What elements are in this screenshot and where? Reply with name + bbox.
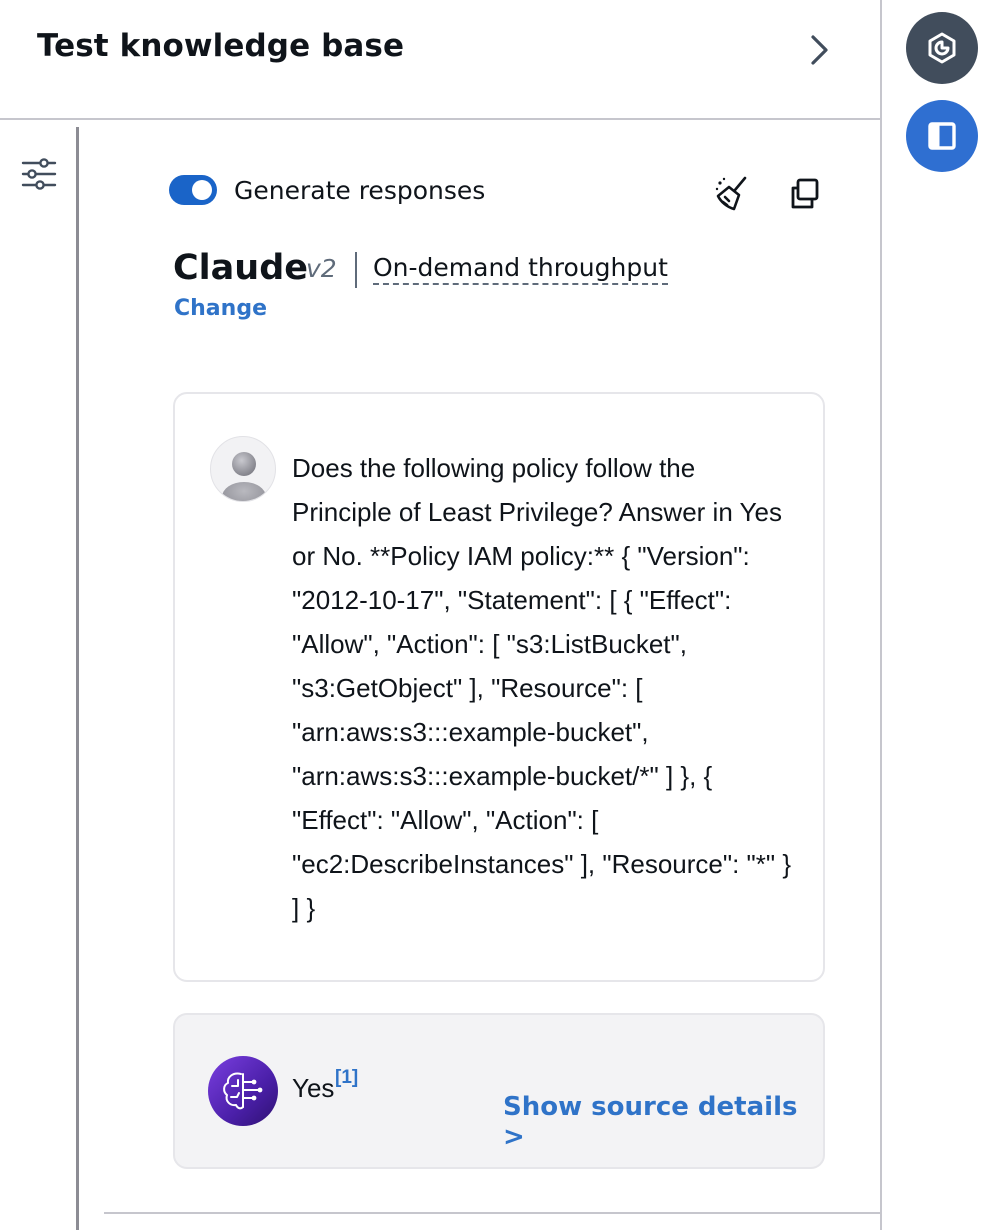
ai-assistant-button[interactable] <box>906 12 978 84</box>
user-message-card: Does the following policy follow the Pri… <box>173 392 825 982</box>
model-version: v2 <box>306 254 337 283</box>
panel-rail-divider <box>76 127 79 1230</box>
ai-assistant-icon <box>928 32 956 64</box>
copy-button[interactable] <box>785 174 825 214</box>
clear-conversation-button[interactable] <box>712 174 752 214</box>
panel-title: Test knowledge base <box>37 28 405 64</box>
panel-header: Test knowledge base <box>0 0 880 120</box>
test-knowledge-base-panel: Test knowledge base Generate responses C… <box>0 0 882 1230</box>
response-card: Yes [1] Show source details > <box>173 1013 825 1169</box>
toggle-knob <box>192 180 212 200</box>
response-text: Yes <box>292 1073 335 1103</box>
copy-icon <box>791 178 819 209</box>
show-source-details-link[interactable]: Show source details > <box>503 1092 823 1152</box>
throughput-label[interactable]: On-demand throughput <box>373 253 668 285</box>
chevron-right-icon <box>811 35 828 65</box>
model-divider <box>355 252 357 288</box>
input-area-divider <box>104 1212 880 1214</box>
collapse-panel-button[interactable] <box>800 30 840 70</box>
side-panel-icon <box>928 122 956 150</box>
sliders-icon <box>21 158 57 190</box>
model-name: Claude <box>173 248 309 288</box>
change-model-link[interactable]: Change <box>174 296 267 321</box>
generate-responses-toggle[interactable] <box>169 175 217 205</box>
user-message-text: Does the following policy follow the Pri… <box>292 453 792 923</box>
configurations-button[interactable] <box>20 156 58 192</box>
ai-brain-icon <box>223 1072 263 1110</box>
generate-responses-label: Generate responses <box>234 176 486 205</box>
response-citation[interactable]: [1] <box>335 1067 358 1089</box>
assistant-avatar <box>208 1056 278 1126</box>
user-avatar <box>210 436 276 502</box>
broom-icon <box>715 176 747 211</box>
side-panel-button[interactable] <box>906 100 978 172</box>
user-avatar-icon <box>222 452 266 501</box>
